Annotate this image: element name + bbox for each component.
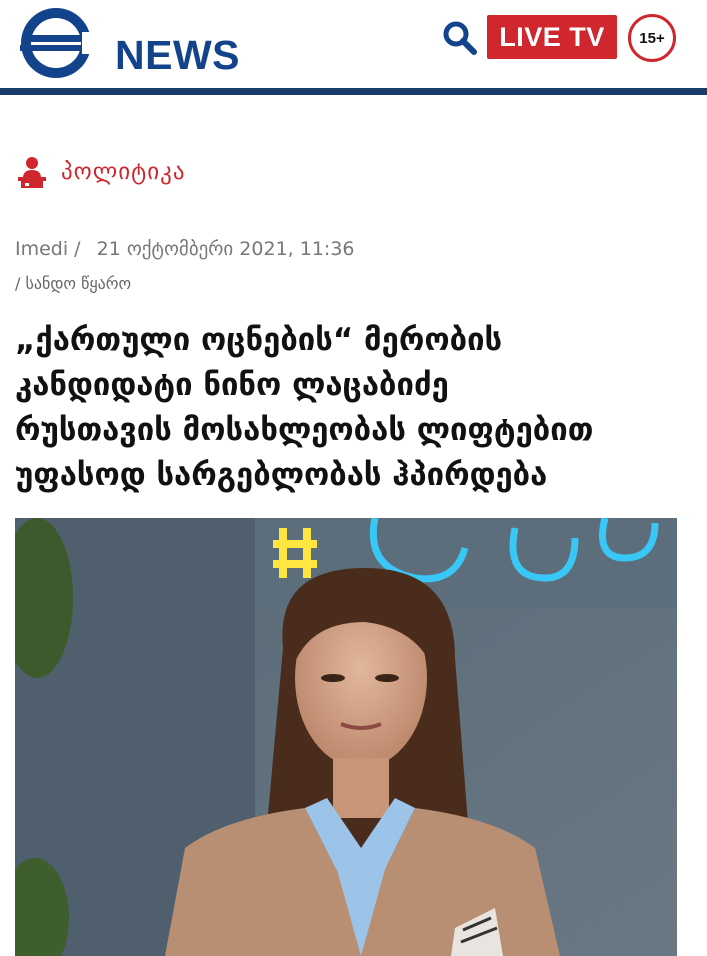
article-page: NEWS LIVE TV 15+ პოლიტიკა Imedi / 21 ოქტ… bbox=[0, 0, 707, 956]
article-headline: „ქართული ოცნების“ მერობის კანდიდატი ნინო… bbox=[15, 318, 695, 498]
article-meta: Imedi / 21 ოქტომბერი 2021, 11:36 bbox=[15, 238, 355, 260]
site-logo[interactable]: NEWS bbox=[12, 4, 262, 82]
search-icon[interactable] bbox=[442, 20, 478, 56]
header-divider bbox=[0, 88, 707, 95]
headline-line: რუსთავის მოსახლეობას ლიფტებით bbox=[15, 412, 594, 448]
article-date: 21 ოქტომბერი 2021, 11:36 bbox=[96, 238, 355, 260]
headline-line: კანდიდატი ნინო ლაცაბიძე bbox=[15, 367, 449, 403]
headline-line: „ქართული ოცნების“ მერობის bbox=[15, 322, 503, 358]
site-header: NEWS LIVE TV 15+ bbox=[0, 0, 707, 95]
headline-line: უფასოდ სარგებლობას ჰპირდება bbox=[15, 457, 548, 493]
logo-text: NEWS bbox=[115, 32, 240, 78]
article-photo bbox=[15, 518, 677, 956]
category-label: პოლიტიკა bbox=[61, 159, 186, 185]
speaker-podium-icon bbox=[18, 157, 46, 188]
logo-emblem-icon bbox=[20, 8, 112, 78]
live-tv-button[interactable]: LIVE TV bbox=[487, 15, 617, 59]
source-reliability-link[interactable]: / სანდო წყარო bbox=[15, 274, 131, 293]
category-link[interactable]: პოლიტიკა bbox=[15, 153, 186, 191]
age-rating-badge: 15+ bbox=[628, 14, 676, 62]
article-source[interactable]: Imedi / bbox=[15, 238, 81, 260]
